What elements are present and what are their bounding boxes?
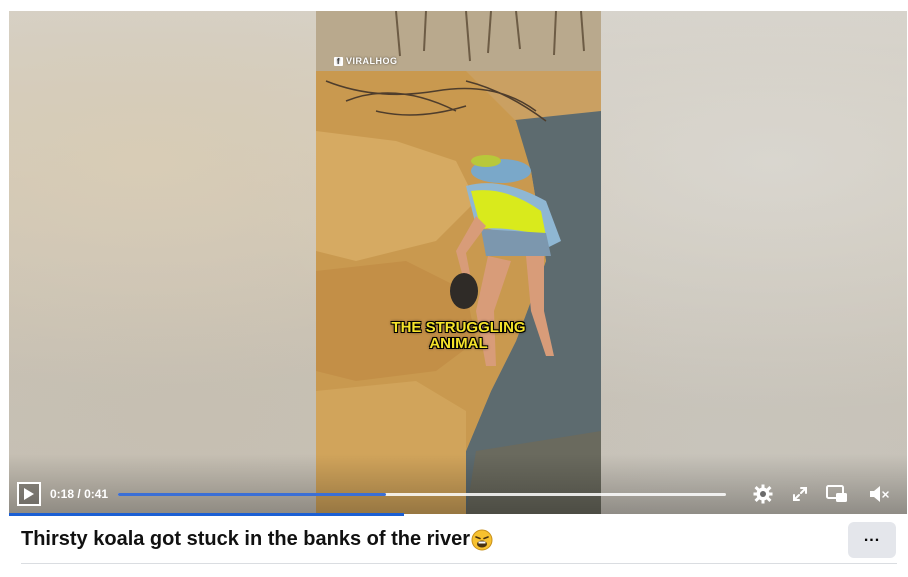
seek-bar-progress [118, 493, 386, 496]
more-options-icon: ... [863, 528, 881, 545]
video-scene [316, 11, 601, 514]
play-button[interactable] [17, 482, 41, 506]
picture-in-picture-icon [826, 485, 847, 502]
seek-bar[interactable] [118, 493, 726, 496]
play-icon [24, 488, 34, 500]
facebook-logo-icon: f [334, 56, 343, 66]
caption-line-2: ANIMAL [429, 335, 488, 352]
watermark-text: VIRALHOG [346, 56, 398, 66]
volume-button[interactable] [868, 483, 892, 505]
video-player[interactable]: f VIRALHOG THE STRUGGLING ANIMAL 0:18 / … [9, 11, 907, 514]
more-options-button[interactable]: ... [848, 522, 896, 558]
divider [21, 563, 897, 564]
time-separator: / [77, 487, 81, 501]
caption-line-1: THE STRUGGLING [391, 319, 526, 336]
weary-face-emoji-icon [471, 529, 493, 551]
fullscreen-button[interactable] [788, 483, 812, 505]
video-frame[interactable]: f VIRALHOG THE STRUGGLING ANIMAL [316, 11, 601, 514]
picture-in-picture-button[interactable] [825, 483, 849, 505]
settings-button[interactable] [751, 483, 775, 505]
post-title: Thirsty koala got stuck in the banks of … [21, 528, 470, 550]
post-title-row: Thirsty koala got stuck in the banks of … [21, 528, 493, 551]
watermark: f VIRALHOG [334, 56, 398, 66]
time-display: 0:18 / 0:41 [50, 487, 108, 501]
video-caption: THE STRUGGLING ANIMAL [316, 320, 601, 352]
playback-progress-bar [9, 513, 405, 516]
duration: 0:41 [84, 487, 109, 501]
gear-icon [753, 484, 773, 504]
volume-muted-icon [870, 486, 889, 502]
expand-icon [793, 487, 807, 501]
current-time: 0:18 [50, 487, 75, 501]
